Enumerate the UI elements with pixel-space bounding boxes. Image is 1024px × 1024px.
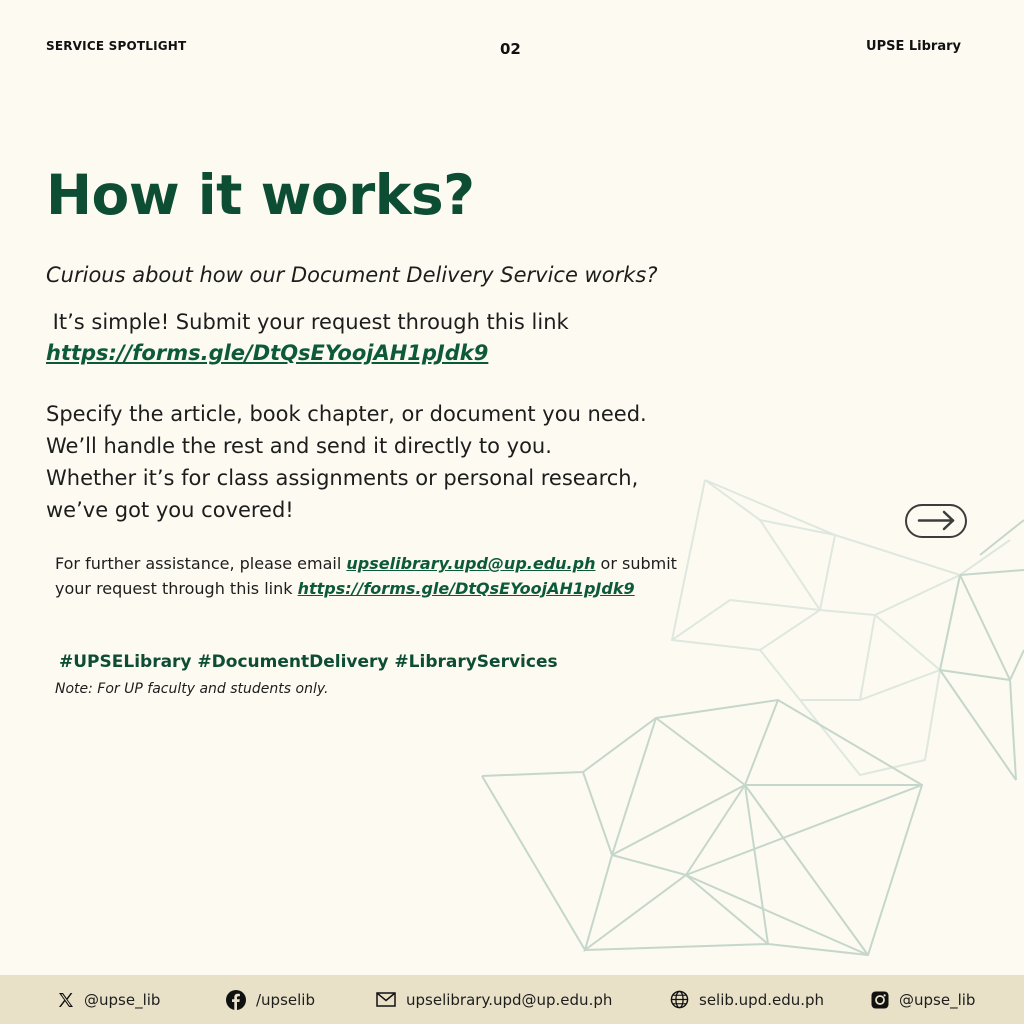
assist-email-link[interactable]: upselibrary.upd@up.edu.ph [346,554,595,573]
footer-website-text: selib.upd.edu.ph [699,990,825,1009]
footer-website[interactable]: selib.upd.edu.ph [670,975,824,1024]
assistance-paragraph: For further assistance, please email ups… [55,552,677,601]
x-logo-icon [59,992,73,1007]
simple-text: It’s simple! Submit your request through… [46,310,569,334]
footer-bar: @upse_lib /upselib upselibrary.upd@up.ed… [0,975,1024,1024]
steps-paragraph: Specify the article, book chapter, or do… [46,398,647,526]
assist-middle: or submit [595,554,677,573]
assistance-line-2: your request through this link https://f… [55,577,677,602]
submit-paragraph: It’s simple! Submit your request through… [46,307,569,369]
step-line: We’ll handle the rest and send it direct… [46,434,552,458]
assist-form-link[interactable]: https://forms.gle/DtQsEYoojAH1pJdk9 [298,579,635,598]
footer-facebook[interactable]: /upselib [226,975,315,1024]
step-line: Specify the article, book chapter, or do… [46,402,647,426]
instagram-handle: @upse_lib [899,990,976,1009]
intro-text: Curious about how our Document Delivery … [46,263,658,287]
assist-prefix: For further assistance, please email [55,554,347,573]
step-line: Whether it’s for class assignments or pe… [46,466,639,490]
facebook-handle: /upselib [256,990,315,1009]
x-handle: @upse_lib [84,990,161,1009]
globe-icon [670,990,689,1009]
envelope-icon [376,992,396,1007]
brand-label: UPSE Library [866,39,961,54]
eligibility-note: Note: For UP faculty and students only. [55,681,329,697]
section-label: SERVICE SPOTLIGHT [46,39,187,53]
slide: SERVICE SPOTLIGHT 02 UPSE Library How it… [0,0,1024,1024]
facebook-icon [226,989,246,1010]
assist-line2-prefix: your request through this link [55,578,298,598]
page-number: 02 [500,40,521,58]
arrow-right-icon [917,510,955,531]
hashtags: #UPSELibrary #DocumentDelivery #LibraryS… [59,652,558,672]
instagram-icon [871,991,889,1008]
next-arrow-button[interactable] [905,504,967,538]
request-form-link[interactable]: https://forms.gle/DtQsEYoojAH1pJdk9 [46,341,488,365]
footer-instagram[interactable]: @upse_lib [871,975,975,1024]
footer-email[interactable]: upselibrary.upd@up.edu.ph [376,975,612,1024]
footer-x[interactable]: @upse_lib [58,975,160,1024]
footer-email-text: upselibrary.upd@up.edu.ph [406,990,613,1009]
page-title: How it works? [46,163,475,227]
step-line: we’ve got you covered! [46,498,294,522]
assistance-line-1: For further assistance, please email ups… [55,552,677,577]
